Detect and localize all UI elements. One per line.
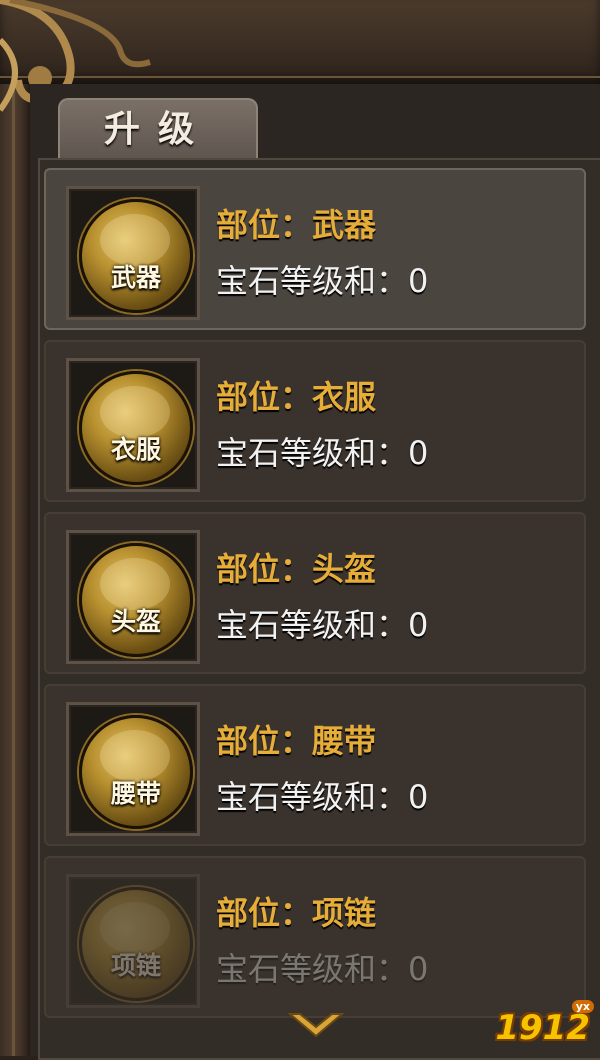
gem-level-text: 宝石等级和：0 (216, 262, 429, 300)
icon-label: 头盔 (110, 607, 161, 636)
gem-level-text: 宝石等级和：0 (216, 434, 429, 472)
helmet-icon: 头盔 (79, 543, 193, 657)
window-left-frame (0, 84, 32, 1056)
equipment-item-clothes[interactable]: 衣服 部位：衣服 宝石等级和：0 (44, 340, 586, 502)
position-text: 部位：头盔 (216, 550, 377, 588)
position-text: 部位：项链 (216, 894, 377, 932)
gem-level-text: 宝石等级和：0 (216, 606, 429, 644)
equipment-item-weapon[interactable]: 武器 部位：武器 宝石等级和：0 (44, 168, 586, 330)
equipment-item-helmet[interactable]: 头盔 部位：头盔 宝石等级和：0 (44, 512, 586, 674)
clothes-icon: 衣服 (79, 371, 193, 485)
necklace-icon-frame: 项链 (66, 874, 200, 1008)
icon-label: 腰带 (110, 779, 161, 808)
clothes-icon-frame: 衣服 (66, 358, 200, 492)
tab-upgrade[interactable]: 升级 (58, 98, 258, 160)
belt-icon: 腰带 (79, 715, 193, 829)
icon-label: 项链 (110, 951, 161, 980)
logo-text: 1912 (495, 1008, 590, 1048)
belt-icon-frame: 腰带 (66, 702, 200, 836)
weapon-icon-frame: 武器 (66, 186, 200, 320)
helmet-icon-frame: 头盔 (66, 530, 200, 664)
gem-level-text: 宝石等级和：0 (216, 778, 429, 816)
site-logo: 1912 yx (495, 1000, 594, 1048)
gem-level-text: 宝石等级和：0 (216, 950, 429, 988)
position-text: 部位：衣服 (216, 378, 377, 416)
equipment-item-necklace[interactable]: 项链 部位：项链 宝石等级和：0 (44, 856, 586, 1018)
equipment-item-belt[interactable]: 腰带 部位：腰带 宝石等级和：0 (44, 684, 586, 846)
icon-label: 衣服 (110, 435, 161, 464)
logo-badge: yx (571, 1000, 594, 1013)
position-text: 部位：武器 (216, 206, 377, 244)
position-text: 部位：腰带 (216, 722, 377, 760)
necklace-icon: 项链 (79, 887, 193, 1001)
scroll-down-chevron-icon[interactable] (288, 1010, 344, 1040)
weapon-icon: 武器 (79, 199, 193, 313)
icon-label: 武器 (110, 263, 161, 292)
